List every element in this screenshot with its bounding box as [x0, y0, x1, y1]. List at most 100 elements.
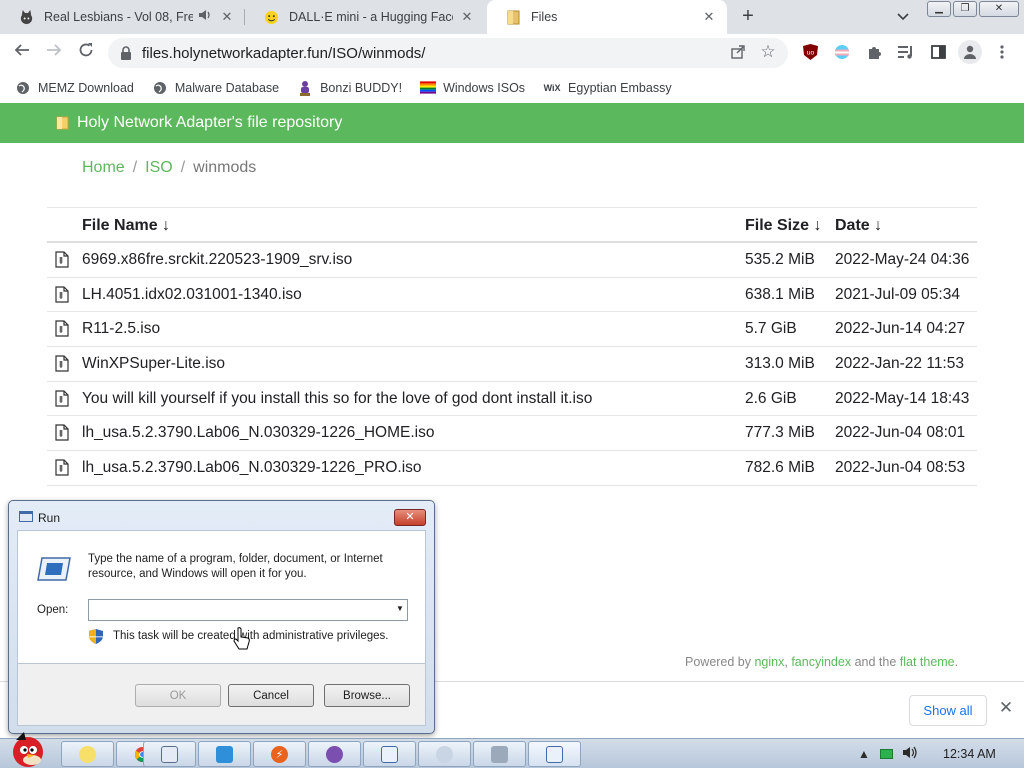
file-date: 2022-May-24 04:36 [835, 251, 970, 268]
taskbar-app-button[interactable] [473, 741, 526, 767]
angry-bird-start-icon[interactable] [2, 730, 52, 768]
media-queue-icon[interactable] [896, 42, 916, 62]
breadcrumb-separator: / [132, 159, 138, 176]
taskbar-window-button[interactable] [528, 741, 581, 767]
side-panel-icon[interactable] [928, 42, 948, 62]
run-dialog-body: Type the name of a program, folder, docu… [17, 530, 426, 664]
show-hidden-icons-icon[interactable]: ▲ [858, 747, 870, 761]
bookmark-bonzi-buddy[interactable]: Bonzi BUDDY! [297, 80, 402, 96]
browse-button[interactable]: Browse... [324, 684, 410, 707]
table-row[interactable]: R11-2.5.iso 5.7 GiB 2022-Jun-14 04:27 [47, 312, 977, 348]
extensions-puzzle-icon[interactable] [864, 42, 884, 62]
lock-icon[interactable] [120, 46, 132, 65]
file-name-link[interactable]: lh_usa.5.2.3790.Lab06_N.030329-1226_HOME… [82, 424, 434, 442]
reload-icon[interactable] [74, 41, 98, 65]
address-bar[interactable]: files.holynetworkadapter.fun/ISO/winmods… [108, 38, 788, 68]
table-row[interactable]: lh_usa.5.2.3790.Lab06_N.030329-1226_HOME… [47, 416, 977, 452]
kebab-menu-icon[interactable] [992, 42, 1012, 62]
bookmark-windows-isos[interactable]: Windows ISOs [420, 81, 525, 95]
share-icon[interactable] [728, 43, 748, 63]
file-table: File Name ↓ File Size ↓ Date ↓ 6969.x86f… [47, 207, 977, 486]
bonzi-icon [326, 745, 343, 763]
bookmark-memz-download[interactable]: MEMZ Download [15, 81, 134, 95]
tab-strip: Real Lesbians - Vol 08, Fre ✕ DALL·E min… [0, 0, 1024, 34]
nginx-link[interactable]: nginx [754, 655, 784, 669]
taskbar-run-button[interactable] [363, 741, 416, 767]
pride-extension-icon[interactable] [832, 42, 852, 62]
table-body: 6969.x86fre.srckit.220523-1909_srv.iso 53… [47, 243, 977, 486]
new-tab-button[interactable]: + [737, 6, 759, 28]
tab-dalle-mini[interactable]: DALL·E mini - a Hugging Face ✕ [245, 0, 485, 34]
breadcrumb-home[interactable]: Home [82, 159, 125, 177]
volume-icon[interactable] [902, 746, 919, 762]
run-program-icon [36, 556, 72, 582]
table-row[interactable]: LH.4051.idx02.031001-1340.iso 638.1 MiB 20… [47, 278, 977, 313]
bookmark-star-icon[interactable]: ☆ [758, 42, 778, 62]
taskbar-explorer-button[interactable] [61, 741, 114, 767]
tab-search-chevron-icon[interactable] [896, 9, 912, 25]
show-all-downloads-button[interactable]: Show all [909, 695, 987, 726]
taskbar-network-button[interactable] [198, 741, 251, 767]
bookmark-malware-database[interactable]: Malware Database [152, 81, 279, 95]
taskbar-bonzi-button[interactable] [308, 741, 361, 767]
bookmark-label: Egyptian Embassy [568, 80, 672, 95]
file-icon [55, 355, 69, 372]
file-name-link[interactable]: LH.4051.idx02.031001-1340.iso [82, 286, 302, 304]
file-date: 2022-Jan-22 11:53 [835, 355, 964, 373]
svg-text:uo: uo [806, 50, 814, 57]
file-name-link[interactable]: 6969.x86fre.srckit.220523-1909_srv.iso [82, 251, 352, 269]
restore-button[interactable]: ❐ [953, 1, 977, 17]
file-name-link[interactable]: R11-2.5.iso [82, 320, 160, 338]
speaker-icon[interactable] [197, 9, 213, 25]
breadcrumb-current: winmods [193, 159, 257, 176]
breadcrumb-iso[interactable]: ISO [145, 159, 173, 177]
ok-button[interactable]: OK [135, 684, 221, 707]
tab-real-lesbians[interactable]: Real Lesbians - Vol 08, Fre ✕ [0, 0, 245, 34]
table-row[interactable]: lh_usa.5.2.3790.Lab06_N.030329-1226_PRO.… [47, 451, 977, 486]
table-row[interactable]: You will kill yourself if you install th… [47, 382, 977, 417]
file-date: 2021-Jul-09 05:34 [835, 285, 960, 303]
bookmark-egyptian-embassy[interactable]: WiX Egyptian Embassy [543, 81, 672, 95]
taskbar-disk-button[interactable] [418, 741, 471, 767]
sort-by-size-link[interactable]: File Size ↓ [745, 217, 821, 235]
battery-icon[interactable] [879, 749, 893, 759]
profile-avatar-icon[interactable] [958, 40, 982, 64]
back-arrow-icon[interactable] [10, 41, 34, 65]
flat-theme-link[interactable]: flat theme [900, 655, 955, 669]
tab-files[interactable]: Files ✕ [487, 0, 727, 34]
table-row[interactable]: 6969.x86fre.srckit.220523-1909_srv.iso 53… [47, 243, 977, 278]
file-name-link[interactable]: You will kill yourself if you install th… [82, 390, 592, 408]
close-download-shelf-icon[interactable]: ✕ [996, 698, 1016, 718]
tab-close-icon[interactable]: ✕ [459, 9, 475, 25]
ublock-origin-icon[interactable]: uo [800, 42, 820, 62]
minimize-button[interactable]: ▁ [927, 1, 951, 17]
globe-icon [152, 81, 168, 95]
sort-by-name-link[interactable]: File Name ↓ [82, 217, 170, 235]
table-header: File Name ↓ File Size ↓ Date ↓ [47, 207, 977, 243]
bonzi-icon [297, 80, 313, 96]
file-size: 777.3 MiB [745, 424, 815, 442]
taskbar-clock[interactable]: 12:34 AM [943, 747, 996, 761]
file-date: 2022-May-14 18:43 [835, 389, 970, 407]
file-name-link[interactable]: WinXPSuper-Lite.iso [82, 355, 225, 373]
run-dialog-buttons: OK Cancel Browse... [17, 664, 426, 726]
file-name-link[interactable]: lh_usa.5.2.3790.Lab06_N.030329-1226_PRO.… [82, 459, 422, 477]
open-combobox[interactable]: ▼ [88, 599, 408, 621]
window-close-button[interactable]: ✕ [979, 1, 1019, 17]
fancyindex-link[interactable]: fancyindex [791, 655, 851, 669]
run-dialog-close-button[interactable]: ✕ [394, 509, 426, 526]
url-text[interactable]: files.holynetworkadapter.fun/ISO/winmods… [142, 45, 425, 62]
sort-by-date-link[interactable]: Date ↓ [835, 217, 882, 235]
open-input[interactable] [89, 600, 389, 620]
cancel-button[interactable]: Cancel [228, 684, 314, 707]
tab-title: Real Lesbians - Vol 08, Fre [44, 10, 193, 24]
table-row[interactable]: WinXPSuper-Lite.iso 313.0 MiB 2022-Jan-22 … [47, 347, 977, 382]
tab-close-icon[interactable]: ✕ [701, 9, 717, 25]
taskbar-flash-button[interactable]: ⚡ [253, 741, 306, 767]
taskbar-media-button[interactable] [143, 741, 196, 767]
forward-arrow-icon[interactable] [42, 41, 66, 65]
breadcrumb-separator: / [180, 159, 186, 176]
dropdown-arrow-icon[interactable]: ▼ [395, 604, 405, 616]
tab-close-icon[interactable]: ✕ [219, 9, 235, 25]
file-size: 313.0 MiB [745, 355, 815, 373]
